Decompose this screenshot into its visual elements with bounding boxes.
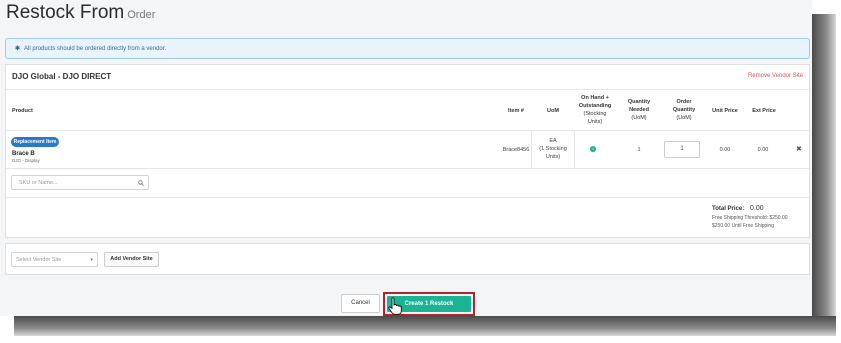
hand-cursor-icon (388, 297, 402, 315)
header-on-hand: On Hand + Outstanding (Stocking Units) (570, 94, 620, 126)
header-qty-needed-l2: Needed (629, 107, 649, 113)
unit-price: 0.00 (719, 147, 731, 153)
total-price-value: 0.00 (750, 205, 764, 212)
sku-search-input[interactable]: SKU or Name... (11, 175, 149, 190)
header-product: Product (12, 108, 33, 114)
divider (6, 197, 809, 198)
header-order-qty-l3: (UoM) (676, 115, 692, 121)
vendor-site-placeholder: Select Vendor Site (16, 257, 62, 263)
uom-cell: EA (1 Stocking Units) (531, 131, 575, 168)
page-subtitle: Order (127, 9, 156, 21)
header-order-qty-l2: Quantity (672, 107, 696, 113)
header-unit-price: Unit Price (712, 108, 738, 114)
header-order-qty-l1: Order (676, 99, 692, 105)
info-icon: ✱ (15, 46, 21, 52)
restock-panel: Restock From Order ✱ All products should b… (0, 0, 812, 316)
ext-price: 0.00 (757, 147, 769, 153)
header-qty-needed-l1: Quantity (627, 99, 651, 105)
header-qty-needed: Quantity Needed (UoM) (618, 98, 660, 122)
add-vendor-site-button[interactable]: Add Vendor Site (104, 252, 159, 267)
free-shipping-threshold: Free Shipping Threshold: $250.00 (712, 215, 788, 221)
table-header: Product Item # UoM On Hand + Outstanding… (6, 89, 809, 131)
info-alert-text: All products should be ordered directly … (24, 46, 167, 52)
info-circle-icon[interactable]: i (590, 146, 596, 152)
header-order-qty: Order Quantity (UoM) (662, 98, 706, 122)
replacement-item-badge: Replacement Item (11, 137, 59, 147)
header-uom: UoM (547, 108, 559, 114)
search-placeholder: SKU or Name... (19, 180, 58, 186)
shadow-bottom (14, 316, 836, 336)
until-free-shipping: $250.00 Until Free Shipping (712, 223, 774, 229)
search-icon[interactable] (138, 180, 144, 186)
header-on-hand-l3: (Stocking (583, 111, 607, 117)
order-quantity-input[interactable]: 1 (664, 141, 700, 158)
product-name: Brace B (12, 151, 35, 157)
vendor-card: DJO Global - DJO DIRECT Remove Vendor Si… (5, 64, 810, 238)
page-title: Restock From Order (6, 2, 155, 24)
chevron-down-icon: ▾ (90, 257, 93, 263)
table-row: Replacement Item Brace B DJO - Display B… (6, 131, 809, 169)
add-vendor-card: Select Vendor Site ▾ Add Vendor Site (5, 243, 810, 275)
header-item: Item # (508, 108, 524, 114)
vendor-site-select[interactable]: Select Vendor Site ▾ (11, 252, 98, 267)
uom-l1: EA (549, 138, 557, 144)
total-price-label: Total Price: (712, 206, 745, 212)
header-on-hand-l2: Outstanding (578, 103, 612, 109)
info-alert: ✱ All products should be ordered directly… (5, 38, 810, 59)
vendor-name: DJO Global - DJO DIRECT (12, 72, 112, 81)
uom-l3: Units) (545, 154, 561, 160)
remove-row-icon[interactable]: ✖ (796, 145, 802, 153)
uom-l2: (1 Stocking (539, 146, 567, 152)
shadow-right (812, 14, 836, 336)
header-ext-price: Ext Price (752, 108, 776, 114)
product-description: DJO - Display (12, 158, 40, 163)
item-number: Brace8456 (502, 147, 530, 153)
uom-value: EA (1 Stocking Units) (532, 137, 574, 161)
page-title-text: Restock From (6, 2, 125, 23)
quantity-needed: 1 (637, 147, 641, 153)
header-qty-needed-l3: (UoM) (631, 115, 647, 121)
remove-vendor-site-link[interactable]: Remove Vendor Site (748, 73, 803, 79)
header-on-hand-l1: On Hand + (581, 95, 609, 101)
header-on-hand-l4: Units) (587, 119, 603, 125)
cancel-button[interactable]: Cancel (341, 294, 380, 313)
